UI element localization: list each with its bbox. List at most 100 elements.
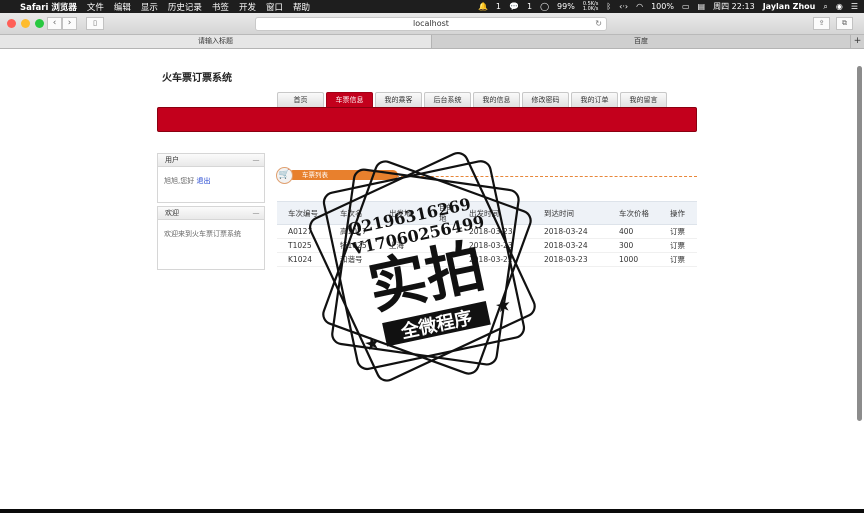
share-button[interactable]: ⇪ <box>813 17 830 30</box>
welcome-text: 欢迎来到火车票订票系统 <box>164 230 241 238</box>
page-scrollbar[interactable] <box>857 66 862 421</box>
url-text: localhost <box>413 19 449 28</box>
net-down: 1.0K/s <box>582 5 599 12</box>
menu-edit[interactable]: 编辑 <box>114 1 131 13</box>
ticket-table: 车次编号 车次名 出发地 目的地 出发时间 到达时间 车次价格 操作 A0127… <box>277 201 697 267</box>
ticket-list-heading: 车票列表 🛒 <box>276 167 697 184</box>
menu-window[interactable]: 窗口 <box>266 1 283 13</box>
maximize-window-icon[interactable] <box>35 19 44 28</box>
menu-develop[interactable]: 开发 <box>239 1 256 13</box>
welcome-panel-header: 欢迎 — <box>158 207 264 220</box>
watermark-sub-band <box>382 301 491 347</box>
col-arrive-time: 到达时间 <box>533 201 608 225</box>
cell-depart-time: 2018-03-23 <box>458 224 533 239</box>
user-panel-body: 旭旭,您好 退出 <box>158 167 264 195</box>
spotlight-icon[interactable]: ⌕ <box>823 2 827 12</box>
menu-help[interactable]: 帮助 <box>293 1 310 13</box>
cell-origin <box>378 252 428 267</box>
tab-strip: 请输入标题 百度 + <box>0 35 864 49</box>
user-name[interactable]: Jaylan Zhou <box>763 2 816 11</box>
cell-destination <box>428 224 458 239</box>
forward-button[interactable]: › <box>62 17 77 30</box>
cell-arrive-time: 2018-03-24 <box>533 238 608 253</box>
menu-bookmarks[interactable]: 书签 <box>212 1 229 13</box>
ticket-list-title: 车票列表 <box>288 170 398 180</box>
tab-overview-button[interactable]: ⧉ <box>836 17 853 30</box>
reload-icon[interactable]: ↻ <box>595 18 602 30</box>
cell-price: 300 <box>608 238 659 253</box>
nav-admin[interactable]: 后台系统 <box>424 92 471 107</box>
cell-price: 400 <box>608 224 659 239</box>
cart-icon: 🛒 <box>276 167 293 184</box>
site-title: 火车票订票系统 <box>162 73 232 84</box>
user-panel-header: 用户 — <box>158 154 264 167</box>
book-ticket-link[interactable]: 订票 <box>659 252 697 267</box>
address-bar[interactable]: localhost ↻ <box>255 17 607 31</box>
collapse-icon[interactable]: — <box>251 154 261 167</box>
nav-my-orders[interactable]: 我的订单 <box>571 92 618 107</box>
nav-home[interactable]: 首页 <box>277 92 324 107</box>
collapse-icon[interactable]: — <box>251 207 261 220</box>
cpu-icon: ◯ <box>540 2 550 11</box>
notif-count-2: 1 <box>526 2 533 11</box>
table-row: A0127 高1027 2018-03-23 2018-03-24 400 订票 <box>277 224 697 239</box>
menu-file[interactable]: 文件 <box>87 1 104 13</box>
tab-untitled[interactable]: 请输入标题 <box>0 35 432 48</box>
datetime[interactable]: 周四 22:13 <box>713 1 755 12</box>
cell-destination <box>428 252 458 267</box>
flag-icon[interactable]: ▤ <box>698 2 706 11</box>
book-ticket-link[interactable]: 订票 <box>659 238 697 253</box>
col-train-name: 车次名 <box>329 201 378 225</box>
menu-app[interactable]: Safari 浏览器 <box>20 1 77 13</box>
menu-view[interactable]: 显示 <box>141 1 158 13</box>
cell-train-no: A0127 <box>277 224 329 239</box>
wechat-icon[interactable]: 💬 <box>509 2 519 11</box>
user-panel: 用户 — 旭旭,您好 退出 <box>157 153 265 203</box>
safari-window: ‹ › ▯ localhost ↻ ⇪ ⧉ 请输入标题 百度 + 火车票订票系统… <box>0 13 864 509</box>
cell-destination <box>428 238 458 253</box>
nav-my-info[interactable]: 我的信息 <box>473 92 520 107</box>
bell-icon[interactable]: 🔔 <box>478 2 488 11</box>
table-row: T1025 特1025 上海 2018-03-23 2018-03-24 300… <box>277 238 697 253</box>
heading-divider <box>396 176 697 177</box>
wifi-icon[interactable]: ◠ <box>636 2 643 11</box>
notif-count-1: 1 <box>495 2 502 11</box>
greeting-text: 旭旭,您好 <box>164 177 195 185</box>
battery-percent: 100% <box>651 2 674 11</box>
sidebar-toggle-button[interactable]: ▯ <box>86 17 104 30</box>
cell-arrive-time: 2018-03-24 <box>533 224 608 239</box>
table-header-row: 车次编号 车次名 出发地 目的地 出发时间 到达时间 车次价格 操作 <box>277 201 697 225</box>
table-row: K1024 和谐号 2018-03-22 2018-03-23 1000 订票 <box>277 252 697 267</box>
col-origin: 出发地 <box>378 201 428 225</box>
screen-bottom-edge <box>0 509 864 513</box>
cell-arrive-time: 2018-03-23 <box>533 252 608 267</box>
window-controls <box>7 19 44 28</box>
tab-baidu[interactable]: 百度 <box>432 35 850 48</box>
book-ticket-link[interactable]: 订票 <box>659 224 697 239</box>
cell-depart-time: 2018-03-22 <box>458 252 533 267</box>
back-button[interactable]: ‹ <box>47 17 62 30</box>
nav-change-password[interactable]: 修改密码 <box>522 92 569 107</box>
minimize-window-icon[interactable] <box>21 19 30 28</box>
nav-my-messages[interactable]: 我的留言 <box>620 92 667 107</box>
nav-ticket-info[interactable]: 车票信息 <box>326 92 373 107</box>
col-destination: 目的地 <box>428 201 458 225</box>
cell-train-name: 特1025 <box>329 238 378 253</box>
siri-icon[interactable]: ◉ <box>836 2 843 11</box>
watermark-sub: 全微程序 <box>398 307 474 344</box>
star-icon: ★ <box>362 332 382 356</box>
mac-menubar: Safari 浏览器 文件 编辑 显示 历史记录 书签 开发 窗口 帮助 🔔 1 … <box>0 0 864 13</box>
menu-history[interactable]: 历史记录 <box>168 1 202 13</box>
bluetooth-icon[interactable]: ᛒ <box>606 2 611 11</box>
battery-icon[interactable]: ▭ <box>682 2 690 11</box>
notification-center-icon[interactable]: ☰ <box>851 2 858 11</box>
col-price: 车次价格 <box>608 201 659 225</box>
code-icon[interactable]: ‹·› <box>619 2 628 11</box>
nav-passengers[interactable]: 我的乘客 <box>375 92 422 107</box>
logout-link[interactable]: 退出 <box>196 177 210 185</box>
user-panel-title: 用户 <box>165 156 179 164</box>
close-window-icon[interactable] <box>7 19 16 28</box>
header-banner <box>157 107 697 132</box>
new-tab-button[interactable]: + <box>850 35 864 48</box>
cell-price: 1000 <box>608 252 659 267</box>
